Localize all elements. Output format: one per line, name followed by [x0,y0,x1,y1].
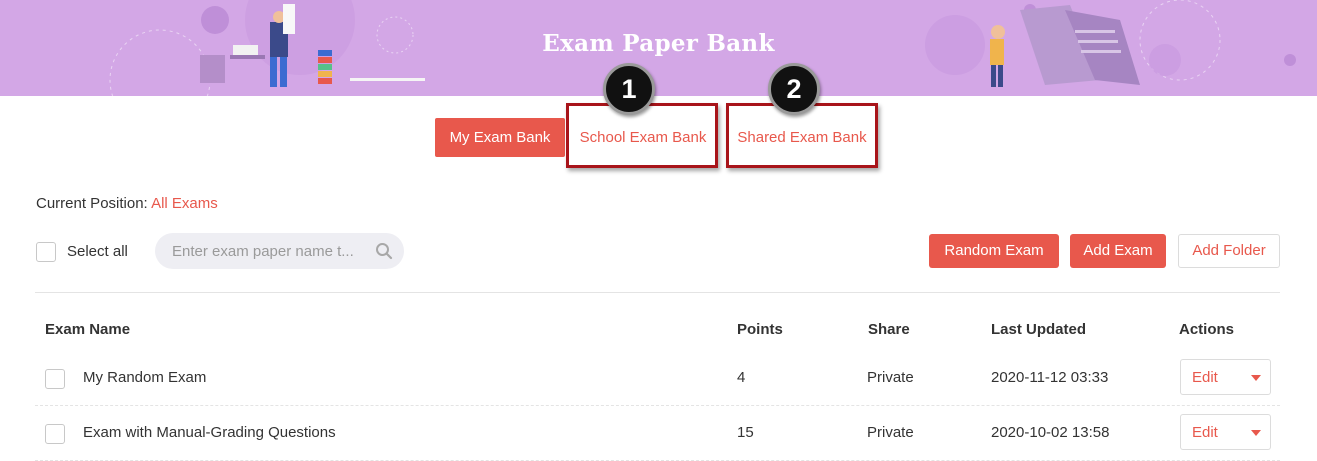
select-all-label: Select all [67,243,128,260]
callout-number-2: 2 [768,63,820,115]
column-header-last-updated: Last Updated [991,321,1087,338]
edit-label[interactable]: Edit [1192,424,1218,441]
header-banner: Exam Paper Bank [0,0,1317,96]
edit-dropdown[interactable]: Edit [1180,359,1271,395]
column-header-actions: Actions [1179,321,1235,338]
column-header-share: Share [868,321,910,338]
breadcrumb-link-all-exams[interactable]: All Exams [151,195,218,212]
tab-my-exam-bank[interactable]: My Exam Bank [435,118,565,157]
divider [35,292,1280,293]
search-input[interactable] [172,233,372,269]
row-checkbox[interactable] [45,369,65,389]
callout-box-1 [566,103,718,168]
exam-last-updated: 2020-10-02 13:58 [991,424,1110,441]
chevron-down-icon[interactable] [1251,375,1261,381]
exam-last-updated: 2020-11-12 03:33 [991,369,1109,386]
random-exam-button[interactable]: Random Exam [929,234,1059,268]
callout-number-1: 1 [603,63,655,115]
edit-label[interactable]: Edit [1192,369,1218,386]
page-title: Exam Paper Bank [542,30,775,57]
exam-name[interactable]: Exam with Manual-Grading Questions [83,424,336,441]
exam-name[interactable]: My Random Exam [83,369,206,386]
exam-share: Private [867,369,914,386]
edit-dropdown[interactable]: Edit [1180,414,1271,450]
select-all-checkbox[interactable] [36,242,56,262]
column-header-points: Points [737,321,783,338]
row-checkbox[interactable] [45,424,65,444]
exam-points: 4 [737,369,746,386]
search-box [155,233,404,269]
search-icon[interactable] [375,242,393,260]
table-row: My Random Exam 4 Private 2020-11-12 03:3… [35,351,1280,406]
column-header-exam-name: Exam Name [45,321,131,338]
exam-points: 15 [737,424,754,441]
breadcrumb: Current Position: All Exams [36,195,218,212]
table-row: Exam with Manual-Grading Questions 15 Pr… [35,406,1280,461]
breadcrumb-label: Current Position: [36,195,148,212]
add-folder-button[interactable]: Add Folder [1178,234,1280,268]
add-exam-button[interactable]: Add Exam [1070,234,1166,268]
chevron-down-icon[interactable] [1251,430,1261,436]
exam-share: Private [867,424,914,441]
